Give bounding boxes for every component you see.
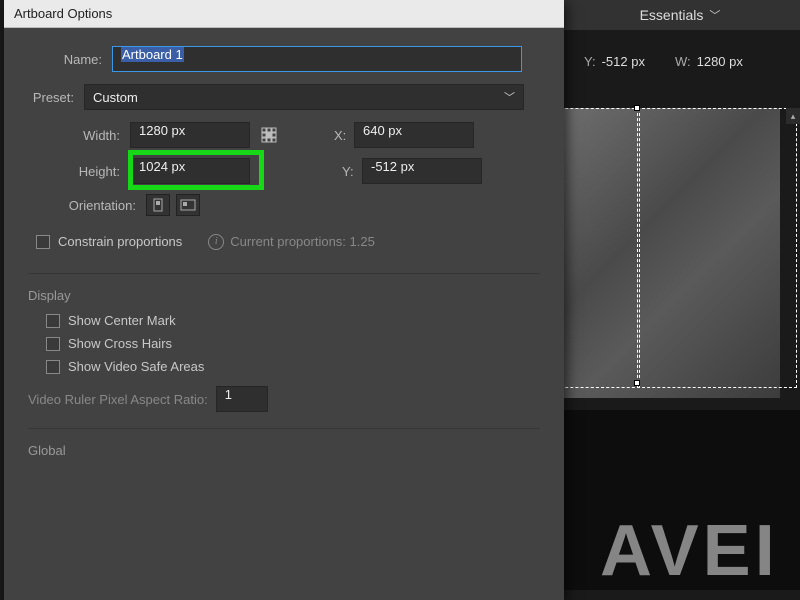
constrain-label: Constrain proportions [58, 234, 182, 249]
show-safe-label: Show Video Safe Areas [68, 359, 204, 374]
name-input-value: Artboard 1 [121, 47, 184, 62]
divider [28, 428, 540, 429]
chevron-down-icon: ﹀ [709, 7, 720, 23]
show-center-label: Show Center Mark [68, 313, 176, 328]
orientation-landscape-button[interactable] [176, 194, 200, 216]
artboard-options-dialog: Artboard Options Name: Artboard 1 Preset… [4, 0, 564, 600]
selection-marquee-right[interactable] [637, 108, 797, 388]
current-proportions: Current proportions: 1.25 [230, 234, 375, 249]
handle-bottom[interactable] [634, 380, 640, 386]
height-input[interactable]: 1024 px [130, 158, 250, 184]
show-video-safe-checkbox[interactable] [46, 360, 60, 374]
preset-label: Preset: [28, 90, 84, 105]
show-cross-hairs-checkbox[interactable] [46, 337, 60, 351]
workspace-label: Essentials [640, 7, 704, 23]
w-value: 1280 px [697, 54, 743, 69]
name-label: Name: [28, 52, 112, 67]
constrain-proportions-checkbox[interactable] [36, 235, 50, 249]
reference-point-icon[interactable] [256, 122, 282, 148]
pixel-aspect-ratio-input[interactable]: 1 [216, 386, 268, 412]
ratio-label: Video Ruler Pixel Aspect Ratio: [28, 392, 208, 407]
preset-value: Custom [93, 90, 138, 105]
dialog-titlebar[interactable]: Artboard Options [4, 0, 564, 28]
w-label: W: [675, 54, 691, 69]
y-input[interactable]: -512 px [362, 158, 482, 184]
chevron-down-icon: ﹀ [504, 89, 515, 105]
control-bar-coords: Y: -512 px W: 1280 px [560, 48, 743, 74]
y-value: -512 px [602, 54, 645, 69]
dialog-title: Artboard Options [14, 6, 112, 21]
y-label: Y: [584, 54, 596, 69]
preset-select[interactable]: Custom ﹀ [84, 84, 524, 110]
x-input[interactable]: 640 px [354, 122, 474, 148]
x-label: X: [334, 128, 354, 143]
display-section-head: Display [28, 288, 540, 303]
show-center-mark-checkbox[interactable] [46, 314, 60, 328]
orientation-portrait-button[interactable] [146, 194, 170, 216]
selection-marquee-left[interactable] [560, 108, 640, 388]
show-cross-label: Show Cross Hairs [68, 336, 172, 351]
canvas-big-text: AVEI [600, 510, 779, 592]
width-label: Width: [36, 128, 130, 143]
orientation-label: Orientation: [36, 198, 146, 213]
width-input[interactable]: 1280 px [130, 122, 250, 148]
height-label: Height: [36, 164, 130, 179]
name-input[interactable]: Artboard 1 [112, 46, 522, 72]
info-icon: i [208, 234, 224, 250]
y-label: Y: [342, 164, 362, 179]
divider [28, 273, 540, 274]
global-section-head: Global [28, 443, 540, 458]
workspace-switcher[interactable]: Essentials ﹀ [560, 0, 800, 30]
scroll-up-icon[interactable]: ▴ [786, 108, 800, 124]
handle-top[interactable] [634, 105, 640, 111]
